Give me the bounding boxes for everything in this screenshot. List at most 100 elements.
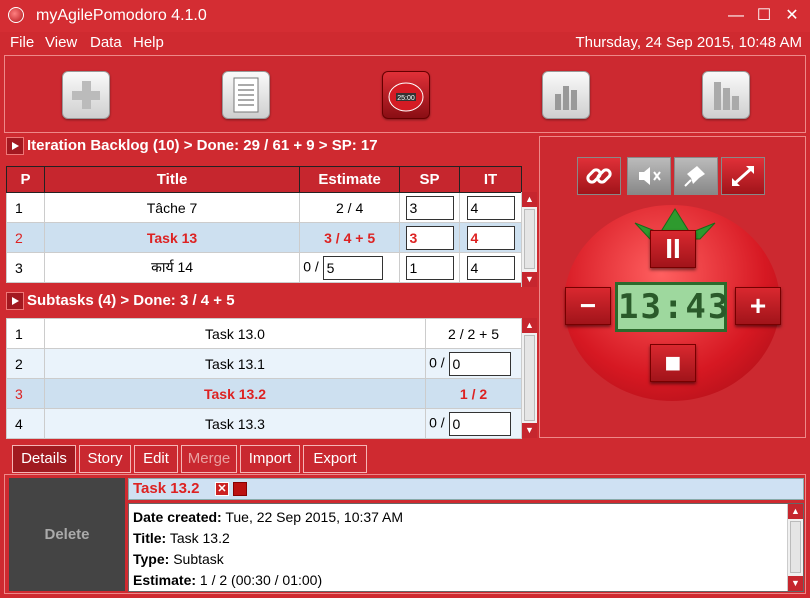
sp-input[interactable]: 3	[405, 225, 454, 250]
fullscreen-button[interactable]	[721, 157, 765, 195]
timer-display: 13:43	[615, 282, 728, 332]
close-detail-icon[interactable]: ✕	[215, 482, 229, 496]
color-marker-icon[interactable]	[233, 482, 247, 496]
estimate-prefix: 0 /	[429, 414, 445, 431]
row-title: Task 13.1	[43, 348, 427, 379]
menu-file[interactable]: File	[10, 34, 34, 51]
subtasks-scrollbar[interactable]: ▲ ▼	[521, 318, 537, 438]
menu-help[interactable]: Help	[133, 34, 164, 51]
maximize-button[interactable]: ☐	[754, 6, 774, 26]
scroll-thumb[interactable]	[790, 521, 801, 573]
tab-edit[interactable]: Edit	[134, 445, 178, 473]
row-priority: 3	[6, 378, 45, 409]
backlog-scrollbar[interactable]: ▲ ▼	[521, 192, 537, 287]
sp-input[interactable]: 3	[405, 195, 454, 220]
app-window: myAgilePomodoro 4.1.0 — ☐ ✕ File View Da…	[0, 0, 810, 598]
tab-details[interactable]: Details	[12, 445, 76, 473]
table-row[interactable]: 4 Task 13.3 0 / 0	[6, 408, 522, 439]
chart-button[interactable]	[542, 71, 590, 119]
scroll-thumb[interactable]	[524, 335, 535, 421]
row-title: कार्य 14	[43, 252, 301, 283]
col-estimate[interactable]: Estimate	[299, 166, 401, 193]
expand-arrow-icon[interactable]	[6, 292, 24, 311]
tab-import[interactable]: Import	[240, 445, 300, 473]
detail-value: Task 13.2	[166, 530, 230, 546]
scroll-up-icon[interactable]: ▲	[522, 192, 537, 207]
list-button[interactable]	[222, 71, 270, 119]
menu-data[interactable]: Data	[90, 34, 122, 51]
details-panel: Delete Task 13.2 ✕ Date created: Tue, 22…	[4, 474, 806, 594]
row-estimate: 2 / 2 + 5	[425, 318, 522, 349]
toolbar: 25:00	[4, 55, 806, 133]
detail-scrollbar[interactable]: ▲ ▼	[787, 504, 803, 591]
tab-story[interactable]: Story	[79, 445, 131, 473]
pin-button[interactable]	[674, 157, 718, 195]
timer-button[interactable]: 25:00	[382, 71, 430, 119]
increase-button[interactable]: +	[735, 287, 781, 325]
pomodoro-timer-icon: 25:00	[388, 82, 424, 112]
backlog-table: P Title Estimate SP IT 1 Tâche 7 2 / 4 3…	[6, 166, 522, 283]
row-title: Task 13	[43, 222, 301, 253]
row-title: Tâche 7	[43, 192, 301, 223]
subtasks-table: 1 Task 13.0 2 / 2 + 5 2 Task 13.1 0 / 0 …	[6, 318, 522, 439]
table-row-selected[interactable]: 2 Task 13 3 / 4 + 5 3 4	[6, 222, 522, 253]
scroll-down-icon[interactable]: ▼	[522, 272, 537, 287]
chart-icon	[555, 86, 577, 110]
tab-merge[interactable]: Merge	[181, 445, 237, 473]
estimate-prefix: 0 /	[429, 354, 445, 371]
it-input[interactable]: 4	[466, 225, 515, 250]
expand-arrow-icon[interactable]	[6, 137, 24, 156]
mute-button[interactable]	[627, 157, 671, 195]
it-input[interactable]: 4	[466, 255, 515, 280]
row-estimate: 3 / 4 + 5	[299, 222, 401, 253]
decrease-button[interactable]: −	[565, 287, 611, 325]
scroll-thumb[interactable]	[524, 209, 535, 269]
delete-button[interactable]: Delete	[9, 478, 125, 591]
table-row-selected[interactable]: 3 Task 13.2 1 / 2	[6, 378, 522, 409]
backlog-summary: Iteration Backlog (10) > Done: 29 / 61 +…	[27, 137, 378, 154]
row-priority: 2	[6, 348, 45, 379]
table-row[interactable]: 1 Task 13.0 2 / 2 + 5	[6, 318, 522, 349]
bar-chart-icon	[714, 82, 739, 110]
detail-line: Date created: Tue, 22 Sep 2015, 10:37 AM	[133, 509, 403, 525]
row-priority: 4	[6, 408, 45, 439]
stop-button[interactable]: ■	[650, 344, 696, 382]
report-button[interactable]	[702, 71, 750, 119]
subtasks-summary: Subtasks (4) > Done: 3 / 4 + 5	[27, 292, 235, 309]
table-row[interactable]: 3 कार्य 14 0 / 5 1 4	[6, 252, 522, 283]
current-datetime: Thursday, 24 Sep 2015, 10:48 AM	[575, 34, 802, 51]
col-sp[interactable]: SP	[399, 166, 461, 193]
detail-value: Tue, 22 Sep 2015, 10:37 AM	[221, 509, 404, 525]
detail-title-bar: Task 13.2 ✕	[128, 478, 804, 500]
menu-bar: File View Data Help Thursday, 24 Sep 201…	[0, 32, 810, 54]
menu-view[interactable]: View	[45, 34, 77, 51]
scroll-up-icon[interactable]: ▲	[522, 318, 537, 333]
tab-export[interactable]: Export	[303, 445, 367, 473]
sp-input[interactable]: 1	[405, 255, 454, 280]
col-p[interactable]: P	[6, 166, 45, 193]
subtasks-header: Subtasks (4) > Done: 3 / 4 + 5	[6, 292, 235, 311]
pause-button[interactable]: II	[650, 230, 696, 268]
minimize-button[interactable]: —	[726, 6, 746, 26]
detail-label: Title:	[133, 530, 167, 546]
col-title[interactable]: Title	[43, 166, 301, 193]
link-button[interactable]	[577, 157, 621, 195]
estimate-input[interactable]: 0	[448, 351, 511, 376]
estimate-input[interactable]: 5	[322, 255, 383, 280]
row-estimate: 2 / 4	[299, 192, 401, 223]
row-priority: 2	[6, 222, 45, 253]
close-button[interactable]: ✕	[782, 6, 802, 26]
scroll-down-icon[interactable]: ▼	[788, 576, 803, 591]
table-header: P Title Estimate SP IT	[6, 166, 522, 193]
row-priority: 1	[6, 192, 45, 223]
add-button[interactable]	[62, 71, 110, 119]
it-input[interactable]: 4	[466, 195, 515, 220]
col-it[interactable]: IT	[459, 166, 522, 193]
scroll-down-icon[interactable]: ▼	[522, 423, 537, 438]
estimate-input[interactable]: 0	[448, 411, 511, 436]
table-row[interactable]: 2 Task 13.1 0 / 0	[6, 348, 522, 379]
svg-text:25:00: 25:00	[397, 95, 415, 102]
table-row[interactable]: 1 Tâche 7 2 / 4 3 4	[6, 192, 522, 223]
estimate-prefix: 0 /	[303, 258, 319, 275]
scroll-up-icon[interactable]: ▲	[788, 504, 803, 519]
